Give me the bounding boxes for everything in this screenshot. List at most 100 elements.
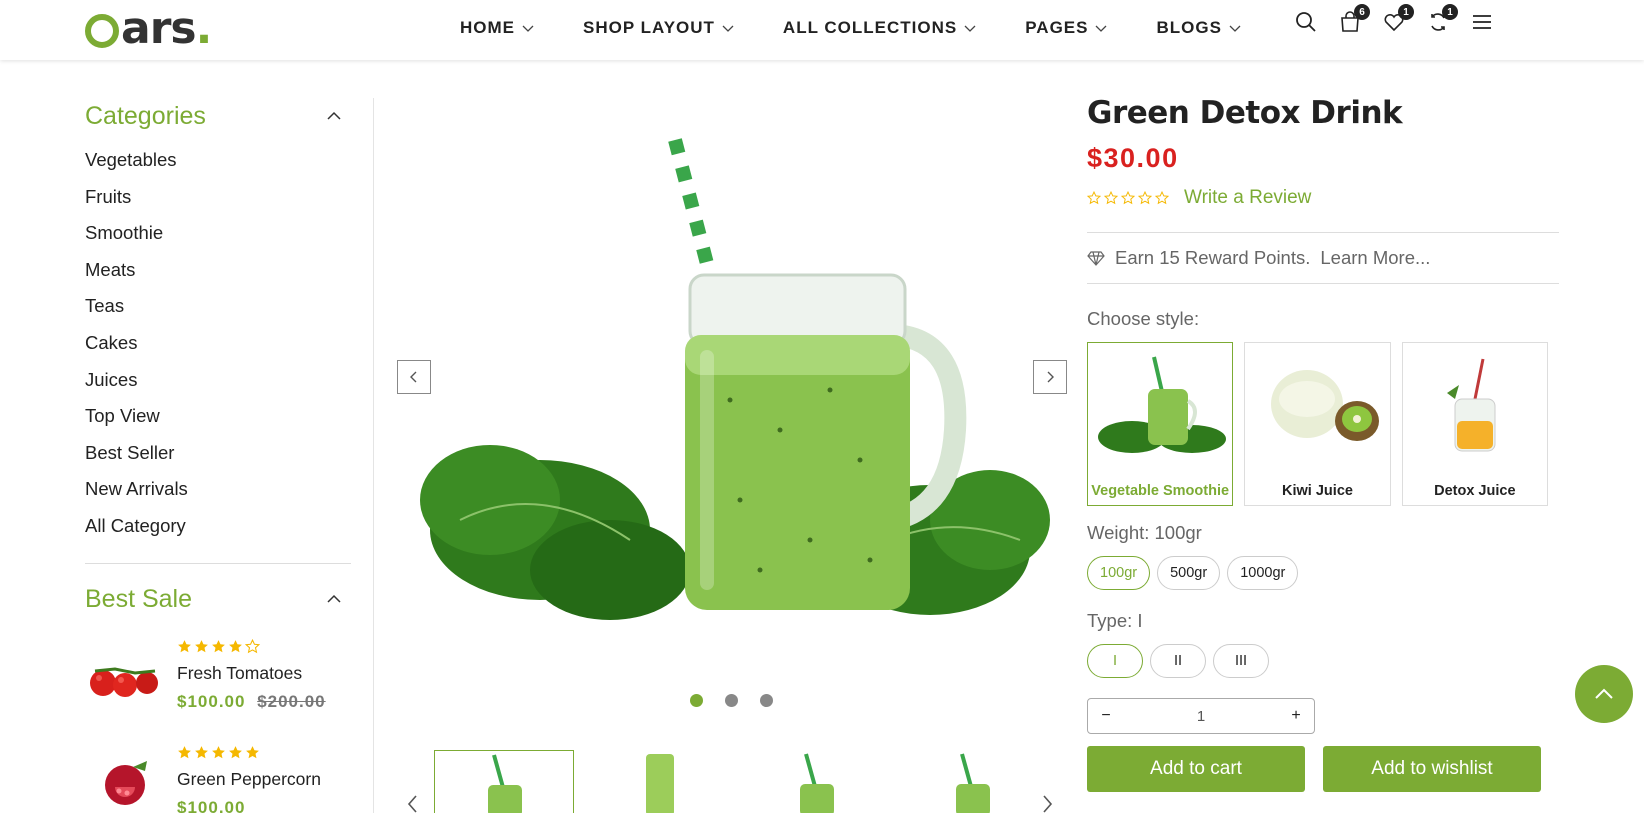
cart-button[interactable]: 6 bbox=[1338, 4, 1370, 36]
diamond-icon bbox=[1087, 251, 1105, 266]
compare-button[interactable]: 1 bbox=[1426, 4, 1458, 36]
nav-label: SHOP LAYOUT bbox=[583, 18, 715, 37]
category-item[interactable]: New Arrivals bbox=[85, 471, 351, 508]
learn-more-link[interactable]: Learn More... bbox=[1320, 247, 1430, 269]
category-item[interactable]: Best Seller bbox=[85, 435, 351, 472]
type-option[interactable]: III bbox=[1213, 644, 1269, 678]
category-item[interactable]: Smoothie bbox=[85, 215, 351, 252]
category-item[interactable]: Teas bbox=[85, 288, 351, 325]
reward-text: Earn 15 Reward Points. bbox=[1115, 247, 1311, 268]
type-options: I II III bbox=[1087, 644, 1559, 678]
style-option-vegetable-smoothie[interactable]: Vegetable Smoothie bbox=[1087, 342, 1234, 506]
add-to-cart-button[interactable]: Add to cart bbox=[1087, 746, 1305, 792]
chevron-down-icon bbox=[964, 25, 976, 32]
star-filled-icon bbox=[229, 745, 242, 758]
thumbnail[interactable] bbox=[902, 750, 1042, 813]
logo-text: ars bbox=[121, 3, 197, 54]
quantity-decrease-button[interactable]: − bbox=[1088, 707, 1124, 725]
chevron-up-icon bbox=[327, 111, 341, 120]
categories-title: Categories bbox=[85, 101, 206, 130]
nav-label: ALL COLLECTIONS bbox=[782, 18, 958, 37]
rating-stars bbox=[177, 637, 326, 655]
nav-pages[interactable]: PAGES bbox=[1025, 18, 1108, 38]
logo-dot: . bbox=[195, 3, 213, 54]
nav-all-collections[interactable]: ALL COLLECTIONS bbox=[783, 18, 977, 38]
weight-option[interactable]: 100gr bbox=[1087, 556, 1151, 590]
category-item[interactable]: Fruits bbox=[85, 179, 351, 216]
type-label: Type: I bbox=[1087, 610, 1143, 631]
product-rating-stars bbox=[1087, 189, 1172, 207]
gallery-next-button[interactable] bbox=[1033, 360, 1067, 394]
site-header: ars. HOME SHOP LAYOUT ALL COLLECTIONS PA… bbox=[0, 0, 1644, 60]
nav-shop-layout[interactable]: SHOP LAYOUT bbox=[583, 18, 735, 38]
type-option[interactable]: II bbox=[1150, 644, 1206, 678]
weight-option[interactable]: 500gr bbox=[1157, 556, 1221, 590]
best-sale-name: Green Peppercorn bbox=[177, 769, 321, 789]
chevron-up-icon bbox=[327, 594, 341, 603]
categories-header[interactable]: Categories bbox=[85, 96, 351, 136]
logo-leaf-o bbox=[85, 14, 119, 48]
thumbnail-image bbox=[646, 754, 674, 813]
product-title: Green Detox Drink bbox=[1087, 95, 1403, 131]
category-item[interactable]: Top View bbox=[85, 398, 351, 435]
thumbnail-image bbox=[488, 754, 522, 813]
compare-count-badge: 1 bbox=[1442, 4, 1458, 20]
gallery-dot[interactable] bbox=[725, 694, 738, 707]
nav-label: BLOGS bbox=[1156, 18, 1222, 37]
product-main-image bbox=[420, 138, 1050, 620]
search-button[interactable] bbox=[1294, 10, 1320, 36]
star-outline-icon bbox=[1138, 191, 1152, 205]
kiwi-juice-image bbox=[1271, 370, 1380, 441]
tomatoes-image bbox=[90, 667, 158, 697]
gallery-dot[interactable] bbox=[690, 694, 703, 707]
thumbnail-image bbox=[800, 753, 834, 813]
style-name: Detox Juice bbox=[1434, 483, 1516, 499]
thumbnail[interactable] bbox=[746, 750, 886, 813]
add-to-wishlist-button[interactable]: Add to wishlist bbox=[1323, 746, 1541, 792]
write-review-link[interactable]: Write a Review bbox=[1184, 187, 1311, 209]
type-option[interactable]: I bbox=[1087, 644, 1143, 678]
thumbnail-image bbox=[956, 753, 990, 813]
gallery-dot[interactable] bbox=[760, 694, 773, 707]
star-filled-icon bbox=[229, 639, 242, 652]
style-option-detox-juice[interactable]: Detox Juice bbox=[1401, 342, 1548, 506]
wishlist-button[interactable]: 1 bbox=[1382, 4, 1414, 36]
vertical-divider bbox=[373, 98, 374, 813]
star-filled-icon bbox=[195, 639, 208, 652]
best-sale-item[interactable]: Fresh Tomatoes $100.00 $200.00 bbox=[85, 637, 351, 727]
best-sale-item[interactable]: Green Peppercorn $100.00 bbox=[85, 743, 351, 813]
best-sale-header[interactable]: Best Sale bbox=[85, 579, 351, 619]
star-outline-icon bbox=[245, 638, 260, 653]
category-item[interactable]: All Category bbox=[85, 508, 351, 545]
header-icons: 6 1 1 bbox=[1276, 4, 1496, 36]
nav-blogs[interactable]: BLOGS bbox=[1156, 18, 1241, 38]
best-sale-name: Fresh Tomatoes bbox=[177, 663, 303, 683]
category-item[interactable]: Cakes bbox=[85, 325, 351, 362]
quantity-increase-button[interactable]: + bbox=[1278, 707, 1314, 725]
chevron-down-icon bbox=[1096, 25, 1107, 32]
scroll-to-top-button[interactable] bbox=[1575, 665, 1633, 723]
cart-count-badge: 6 bbox=[1354, 4, 1370, 20]
chevron-up-icon bbox=[1595, 688, 1613, 699]
nav-home[interactable]: HOME bbox=[460, 18, 535, 38]
menu-button[interactable] bbox=[1470, 10, 1496, 36]
category-item[interactable]: Juices bbox=[85, 362, 351, 399]
style-option-kiwi-juice[interactable]: Kiwi Juice bbox=[1244, 342, 1391, 506]
category-item[interactable]: Meats bbox=[85, 252, 351, 289]
detox-juice-image bbox=[1446, 358, 1496, 452]
chevron-right-icon[interactable] bbox=[1040, 794, 1054, 813]
sidebar-categories: Categories Vegetables Fruits Smoothie Me… bbox=[85, 96, 351, 545]
weight-label: Weight: 100gr bbox=[1087, 522, 1202, 543]
chevron-down-icon bbox=[522, 25, 534, 32]
thumbnail[interactable] bbox=[434, 750, 574, 813]
thumbnail[interactable] bbox=[590, 750, 730, 813]
logo[interactable]: ars. bbox=[85, 3, 213, 54]
divider bbox=[1087, 283, 1559, 284]
best-sale-title: Best Sale bbox=[85, 584, 193, 613]
category-item[interactable]: Vegetables bbox=[85, 142, 351, 179]
search-icon bbox=[1296, 12, 1316, 32]
chevron-left-icon[interactable] bbox=[406, 794, 420, 813]
weight-option[interactable]: 1000gr bbox=[1227, 556, 1299, 590]
quantity-input[interactable] bbox=[1124, 707, 1278, 725]
gallery-prev-button[interactable] bbox=[397, 360, 431, 394]
